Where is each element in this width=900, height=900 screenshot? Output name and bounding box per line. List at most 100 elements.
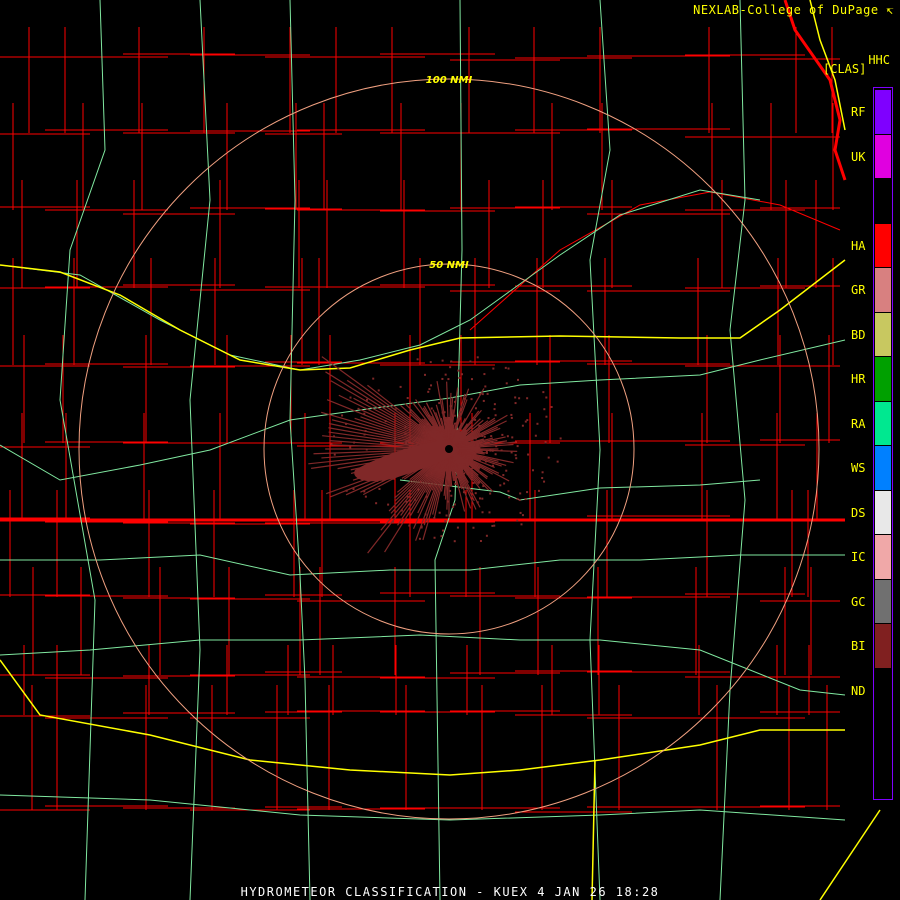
echo-speck xyxy=(408,524,411,527)
echo-speck xyxy=(449,424,452,427)
echo-speck xyxy=(490,435,493,438)
legend-swatch-gr xyxy=(875,268,891,312)
range-ring-label: 100 NMI xyxy=(426,75,473,86)
legend-label-gc: GC xyxy=(851,594,866,609)
echo-speck xyxy=(453,503,456,506)
echo-speck xyxy=(453,400,456,403)
echo-speck xyxy=(449,405,452,408)
echo-speck xyxy=(464,469,467,472)
echo-speck xyxy=(541,471,544,474)
mode-label: [CLAS] xyxy=(823,62,867,76)
echo-speck xyxy=(511,436,514,439)
echo-speck xyxy=(484,385,487,388)
legend-swatch-bd xyxy=(875,312,891,356)
credit-label: NEXLAB-College of DuPage ↸ xyxy=(693,3,894,17)
legend-label-nd: ND xyxy=(851,683,866,698)
echo-speck xyxy=(426,422,429,425)
echo-speck xyxy=(378,487,381,490)
echo-speck xyxy=(454,464,457,467)
echo-speck xyxy=(504,366,507,369)
legend-swatch-ic xyxy=(875,535,891,579)
echo-speck xyxy=(469,360,472,363)
interstate-line xyxy=(0,259,846,371)
echo-speck xyxy=(425,474,428,477)
echo-speck xyxy=(500,449,503,452)
echo-speck xyxy=(471,437,474,440)
echo-speck xyxy=(345,489,348,492)
echo-speck xyxy=(363,490,366,493)
radar-map: 50 NMI 100 NMI xyxy=(0,0,881,900)
echo-speck xyxy=(416,358,419,361)
echo-speck xyxy=(428,438,431,441)
echo-speck xyxy=(453,540,456,543)
echo-speck xyxy=(477,481,480,484)
legend-label-ds: DS xyxy=(851,505,866,520)
echo-speck xyxy=(365,448,368,451)
echo-speck xyxy=(536,422,539,425)
river-line xyxy=(469,191,841,331)
echo-speck xyxy=(425,518,428,521)
echo-speck xyxy=(507,367,510,370)
echo-speck xyxy=(376,479,379,482)
echo-speck xyxy=(463,397,466,400)
echo-speck xyxy=(433,516,436,519)
echo-speck xyxy=(409,446,412,449)
legend-label-rf: RF xyxy=(851,105,866,119)
echo-speck xyxy=(423,373,426,376)
echo-speck xyxy=(377,389,380,392)
echo-speck xyxy=(545,396,548,399)
legend-swatch-gc xyxy=(875,579,891,623)
echo-speck xyxy=(353,441,356,444)
state-border-river xyxy=(783,0,847,181)
echo-speck xyxy=(531,469,534,472)
echo-speck xyxy=(506,435,509,438)
echo-speck xyxy=(501,433,504,436)
echo-speck xyxy=(425,495,428,498)
echo-speck xyxy=(438,402,441,405)
legend-label-gr: GR xyxy=(851,283,866,297)
radar-echo xyxy=(308,356,562,554)
legend-swatch-blank xyxy=(875,179,891,223)
echo-speck xyxy=(421,447,424,450)
legend-swatch-hr xyxy=(875,357,891,401)
echo-speck xyxy=(392,477,395,480)
echo-speck xyxy=(475,440,478,443)
echo-speck xyxy=(491,449,494,452)
echo-speck xyxy=(474,437,477,440)
echo-speck xyxy=(393,438,396,441)
legend-swatch-bi xyxy=(875,624,891,668)
echo-speck xyxy=(559,437,562,440)
echo-speck xyxy=(537,489,540,492)
echo-speck xyxy=(419,443,422,446)
color-legend xyxy=(873,87,893,800)
echo-speck xyxy=(489,492,492,495)
echo-speck xyxy=(476,501,479,504)
echo-speck xyxy=(514,402,517,405)
echo-speck xyxy=(449,366,452,369)
echo-speck xyxy=(547,456,550,459)
echo-speck xyxy=(478,449,481,452)
echo-speck xyxy=(409,401,412,404)
echo-speck xyxy=(443,411,446,414)
echo-speck xyxy=(515,457,518,460)
echo-speck xyxy=(521,424,524,427)
echo-speck xyxy=(422,451,425,454)
echo-speck xyxy=(494,453,497,456)
echo-speck xyxy=(458,376,461,379)
echo-speck xyxy=(491,464,494,467)
echo-speck xyxy=(488,511,491,514)
legend-label-hr: HR xyxy=(851,372,866,386)
echo-speck xyxy=(392,520,395,523)
echo-speck xyxy=(409,409,412,412)
echo-speck xyxy=(510,451,513,454)
echo-speck xyxy=(450,494,453,497)
echo-speck xyxy=(516,497,519,500)
echo-speck xyxy=(534,434,537,437)
echo-speck xyxy=(433,536,436,539)
echo-speck xyxy=(527,453,530,456)
echo-speck xyxy=(406,397,409,400)
echo-speck xyxy=(481,511,484,514)
echo-speck xyxy=(472,482,475,485)
echo-speck xyxy=(375,502,378,505)
legend-swatch-ha xyxy=(875,223,891,267)
